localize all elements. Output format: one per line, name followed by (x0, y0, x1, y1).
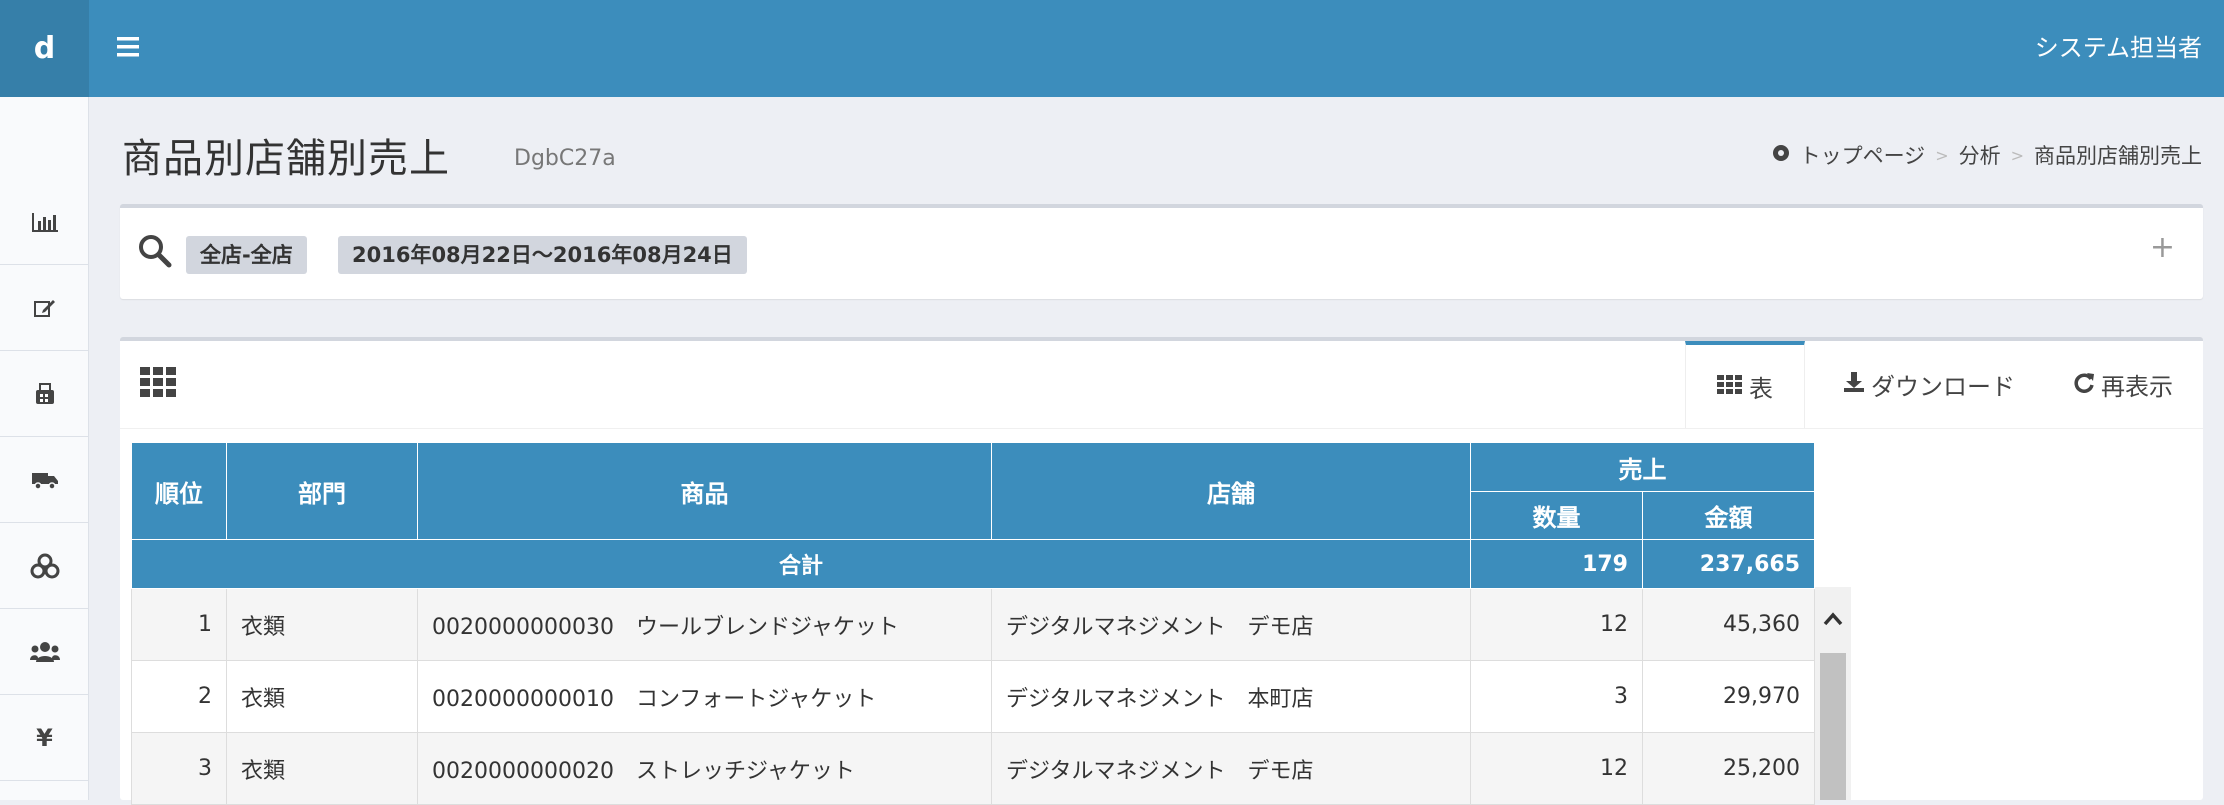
yen-icon: ¥ (36, 723, 53, 752)
sidebar-item-analysis[interactable] (0, 179, 89, 265)
user-menu[interactable]: システム担当者 (2035, 0, 2202, 97)
tab-table[interactable]: 表 (1685, 341, 1805, 428)
cell-amount: 29,970 (1642, 660, 1815, 733)
date-filter-tag[interactable]: 2016年08月22日～2016年08月24日 (338, 236, 747, 274)
cell-store: デジタルマネジメント デモ店 (991, 732, 1471, 805)
page-title: 商品別店舗別売上 (122, 136, 450, 182)
register-icon (33, 382, 57, 406)
cubes-icon (30, 553, 60, 579)
scroll-thumb[interactable] (1820, 653, 1846, 800)
cell-amount: 25,200 (1642, 732, 1815, 805)
sidebar-item-edit[interactable] (0, 265, 89, 351)
col-header-product[interactable]: 商品 (417, 442, 992, 540)
col-header-sales: 売上 (1470, 442, 1815, 492)
tab-download[interactable]: ダウンロード (1805, 341, 2053, 428)
cell-dept: 衣類 (226, 588, 418, 661)
edit-icon (33, 297, 57, 319)
col-header-store[interactable]: 店舗 (991, 442, 1471, 540)
search-icon[interactable] (138, 234, 172, 272)
col-header-rank[interactable]: 順位 (131, 442, 227, 540)
store-filter-tag[interactable]: 全店-全店 (186, 236, 307, 274)
sidebar-item-delivery[interactable] (0, 437, 89, 523)
cell-product: 0020000000010 コンフォートジャケット (417, 660, 992, 733)
breadcrumb: トップページ > 分析 > 商品別店舗別売上 (1772, 140, 2202, 170)
breadcrumb-current: 商品別店舗別売上 (2034, 144, 2202, 168)
cell-product: 0020000000020 ストレッチジャケット (417, 732, 992, 805)
table-scrollbar[interactable] (1815, 587, 1851, 800)
truck-icon (31, 470, 59, 490)
table-row[interactable]: 3 衣類 0020000000020 ストレッチジャケット デジタルマネジメント… (131, 732, 1815, 805)
sales-table: 順位 部門 商品 店舗 売上 数量 金額 合計 179 237,665 1 衣類… (131, 442, 1815, 805)
download-icon (1843, 371, 1865, 399)
tab-refresh[interactable]: 再表示 (2053, 341, 2203, 428)
tab-table-label: 表 (1749, 375, 1773, 403)
bar-chart-icon (31, 211, 59, 233)
total-qty: 179 (1470, 539, 1643, 589)
top-navbar: d システム担当者 (0, 0, 2224, 97)
scroll-up-button[interactable] (1815, 587, 1851, 653)
cell-product: 0020000000030 ウールブレンドジャケット (417, 588, 992, 661)
cell-store: デジタルマネジメント デモ店 (991, 588, 1471, 661)
total-label: 合計 (131, 539, 1471, 589)
dashboard-icon (1772, 143, 1790, 167)
breadcrumb-home-link[interactable]: トップページ (1800, 140, 1926, 170)
cell-rank: 2 (131, 660, 227, 733)
table-row[interactable]: 2 衣類 0020000000010 コンフォートジャケット デジタルマネジメン… (131, 660, 1815, 733)
total-row: 合計 179 237,665 (131, 539, 1815, 589)
tab-download-label: ダウンロード (1871, 373, 2015, 401)
cell-rank: 1 (131, 588, 227, 661)
app-logo[interactable]: d (0, 0, 89, 97)
results-box: 表 ダウンロード 再表示 順位 部門 商品 店舗 売上 数量 金額 合計 179… (120, 337, 2203, 805)
cell-amount: 45,360 (1642, 588, 1815, 661)
col-header-dept[interactable]: 部門 (226, 442, 418, 540)
view-tabs: 表 ダウンロード 再表示 (1685, 341, 2203, 428)
cell-qty: 12 (1470, 732, 1643, 805)
cell-rank: 3 (131, 732, 227, 805)
page-code: DgbC27a (514, 146, 616, 171)
col-header-qty[interactable]: 数量 (1470, 491, 1643, 540)
refresh-icon (2073, 371, 2095, 399)
grid-icon (140, 367, 178, 401)
sidebar-item-finance[interactable]: ¥ (0, 695, 89, 781)
cell-store: デジタルマネジメント 本町店 (991, 660, 1471, 733)
total-amount: 237,665 (1642, 539, 1815, 589)
users-icon (29, 641, 60, 663)
cell-dept: 衣類 (226, 660, 418, 733)
breadcrumb-separator: > (2010, 145, 2024, 165)
tabs-divider (120, 428, 2203, 429)
cell-qty: 12 (1470, 588, 1643, 661)
cell-dept: 衣類 (226, 732, 418, 805)
table-row[interactable]: 1 衣類 0020000000030 ウールブレンドジャケット デジタルマネジメ… (131, 588, 1815, 661)
table-icon (1717, 373, 1743, 401)
tab-refresh-label: 再表示 (2101, 373, 2173, 401)
chevron-up-icon (1823, 611, 1843, 630)
col-header-amount[interactable]: 金額 (1642, 491, 1815, 540)
sidebar-item-users[interactable] (0, 609, 89, 695)
menu-toggle-icon[interactable] (117, 34, 143, 64)
cell-qty: 3 (1470, 660, 1643, 733)
breadcrumb-section-link[interactable]: 分析 (1959, 140, 2001, 170)
sidebar-item-register[interactable] (0, 351, 89, 437)
breadcrumb-separator: > (1935, 145, 1949, 165)
expand-plus-icon[interactable]: + (2150, 230, 2175, 265)
sidebar-item-products[interactable] (0, 523, 89, 609)
search-condition-box: 全店-全店 2016年08月22日～2016年08月24日 + (120, 204, 2203, 299)
sidebar: ¥ (0, 97, 89, 800)
